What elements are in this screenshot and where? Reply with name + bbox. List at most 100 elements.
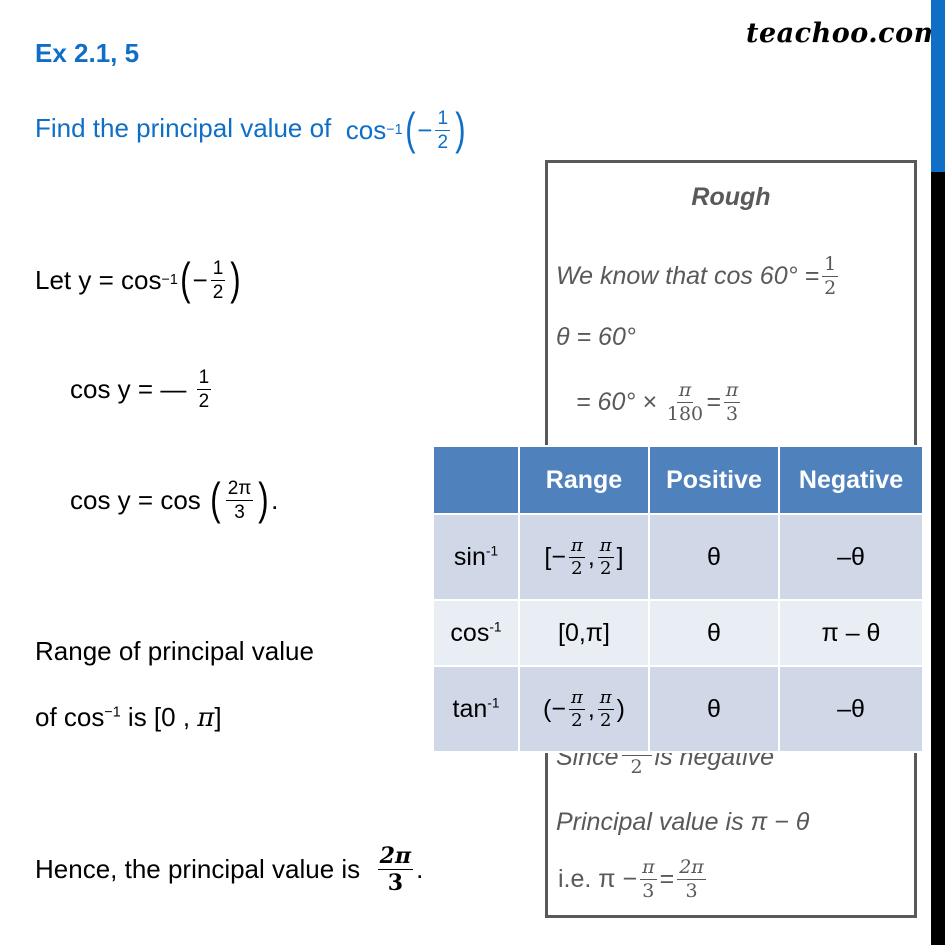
exercise-label: Ex 2.1, 5	[35, 38, 140, 68]
frac-num: π	[568, 686, 585, 710]
rough-line1-fraction: 1 2	[822, 253, 839, 298]
rough-line-6: i.e. π − π 3 = 2π 3	[558, 858, 709, 901]
frac-den: 2	[599, 709, 612, 731]
rough-line6-eq: =	[659, 865, 675, 893]
question-den: 2	[437, 131, 449, 153]
step1-fraction: 1 2	[210, 257, 226, 302]
positive-cell: θ	[648, 665, 780, 753]
table-header-range: Range	[518, 445, 650, 515]
func-exp: -1	[487, 695, 500, 711]
func-cell: cos-1	[432, 599, 520, 667]
rough-line4-den: 2	[630, 756, 643, 778]
step1-prefix: Let y = cos	[35, 264, 162, 295]
right-paren: )	[230, 255, 241, 304]
rough-line3-den1: 180	[666, 403, 704, 425]
rough-line6-prefix: i.e. π −	[558, 865, 638, 893]
left-paren: (	[404, 105, 416, 154]
rough-line6-fraction-1: π 3	[640, 858, 657, 901]
rough-line-5: Principal value is π − θ	[556, 808, 810, 836]
rough-line3-prefix: = 60° ×	[576, 388, 657, 416]
range-frac-2: π2	[597, 534, 614, 579]
range-close: ]	[616, 542, 624, 571]
rough-line-3: = 60° × π 180 = π 3	[576, 381, 743, 424]
negative-cell: –θ	[778, 665, 924, 753]
question-num: 1	[435, 107, 451, 131]
step1-num: 1	[210, 257, 226, 281]
range-cell: [0,π]	[518, 599, 650, 667]
inverse-trig-table: Range Positive Negative sin-1 [− π2, π2 …	[432, 445, 924, 753]
step2-num: 1	[196, 367, 212, 390]
range-open: (−	[543, 694, 566, 723]
range-close: )	[616, 694, 625, 723]
range-line-1: Range of principal value	[35, 636, 314, 666]
range-line-2: of cos−1 is [0 , π]	[35, 702, 222, 733]
range-cell: [− π2, π2 ]	[518, 513, 650, 601]
frac-sep: ,	[587, 694, 595, 723]
negative-cell: π – θ	[778, 599, 924, 667]
question-func: cos	[345, 114, 387, 145]
rough-line-2: θ = 60°	[556, 323, 636, 351]
step3-num: 2π	[225, 477, 254, 501]
step2-den: 2	[198, 391, 210, 412]
range-suffix: is [0 ,	[120, 702, 198, 732]
step3-suffix: .	[271, 484, 279, 515]
rough-line3-num2: π	[723, 379, 741, 403]
right-paren: )	[455, 105, 466, 154]
step3-fraction: 2π 3	[225, 477, 254, 523]
range-exp: −1	[104, 704, 121, 721]
positive-cell: θ	[648, 599, 780, 667]
solution-step-3: cos y = cos ( 2π 3 ) .	[70, 475, 279, 524]
teachoo-logo[interactable]: teachoo.com	[746, 18, 943, 49]
conclusion-den: 3	[387, 870, 403, 896]
func-exp: -1	[485, 543, 499, 559]
step3-den: 3	[234, 501, 245, 523]
conclusion-prefix: Hence, the principal value is	[35, 854, 361, 884]
left-paren: (	[179, 255, 191, 304]
rough-line3-den2: 3	[725, 403, 739, 425]
range-prefix: of cos	[35, 702, 105, 732]
solution-step-2: cos y = — 1 2	[70, 368, 214, 411]
question-prefix: Find the principal value of	[35, 112, 332, 143]
range-frac-2: π2	[597, 688, 614, 731]
frac-den: 2	[599, 557, 612, 579]
func-cell: sin-1	[432, 513, 520, 601]
frac-num: π	[597, 534, 614, 558]
rough-title: Rough	[691, 183, 771, 211]
conclusion-fraction: 2π 3	[377, 843, 414, 896]
table-row: cos-1 [0,π] θ π – θ	[432, 599, 924, 667]
step1-exp: −1	[161, 272, 178, 289]
rough-line6-num1: π	[640, 856, 657, 880]
question-fraction: 1 2	[435, 107, 451, 153]
question-expression: cos −1 ( − 1 2 )	[345, 105, 468, 154]
frac-den: 2	[571, 557, 583, 579]
table-header-positive: Positive	[648, 445, 780, 515]
range-frac-1: π2	[568, 534, 585, 579]
rough-line3-fraction-1: π 180	[667, 381, 703, 424]
func-name: tan	[452, 694, 488, 723]
rough-line1-num: 1	[822, 253, 839, 277]
range-open: [−	[544, 542, 566, 571]
step1-sign: −	[192, 264, 208, 295]
frac-num: π	[568, 534, 585, 558]
left-paren: (	[210, 475, 221, 524]
rough-line6-den1: 3	[642, 880, 655, 902]
question-text: Find the principal value of cos −1 ( − 1 …	[35, 105, 468, 154]
table-row: tan-1 (− π2, π2 ) θ –θ	[432, 665, 924, 753]
scrollbar-thumb[interactable]	[931, 0, 945, 172]
rough-line3-fraction-2: π 3	[723, 379, 741, 425]
func-name: cos	[450, 618, 490, 647]
scrollbar-track[interactable]	[931, 172, 945, 945]
question-exp: −1	[386, 122, 403, 139]
solution-step-1: Let y = cos −1 ( − 1 2 )	[35, 255, 243, 304]
range-pi: π	[197, 703, 215, 733]
conclusion: Hence, the principal value is 2π 3 .	[35, 845, 423, 894]
range-close: ]	[214, 702, 222, 732]
frac-sep: ,	[587, 542, 595, 571]
right-paren: )	[258, 475, 269, 524]
table-row: sin-1 [− π2, π2 ] θ –θ	[432, 513, 924, 601]
range-frac-1: π2	[568, 686, 585, 730]
negative-cell: –θ	[778, 513, 924, 601]
conclusion-suffix: .	[416, 854, 424, 884]
rough-line1-prefix: We know that cos 60° =	[556, 262, 820, 290]
conclusion-num: 2π	[377, 843, 414, 870]
